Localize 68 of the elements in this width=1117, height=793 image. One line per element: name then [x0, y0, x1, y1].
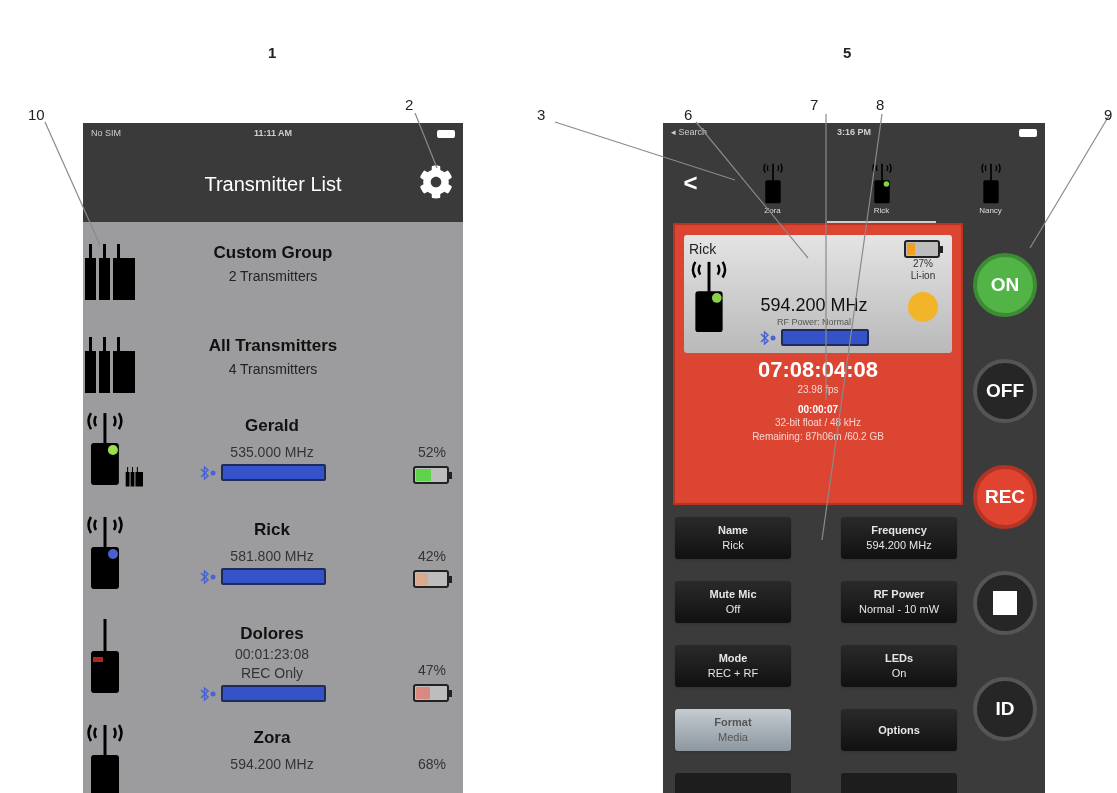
card-name: Rick — [689, 240, 718, 258]
transmitter-detail: 581.800 MHz — [230, 547, 314, 566]
group-count: 2 Transmitters — [228, 266, 318, 286]
transmitter-name[interactable]: Dolores — [240, 623, 304, 645]
device-tab[interactable]: Zora — [718, 142, 827, 223]
elapsed-time: 00:00:07 — [798, 403, 838, 416]
callout-number: 5 — [843, 43, 852, 63]
group-name[interactable]: All Transmitters — [208, 333, 338, 359]
battery-percent: 42% — [418, 547, 446, 566]
transmitter-name[interactable]: Rick — [254, 519, 290, 541]
callout-number: 6 — [684, 105, 693, 125]
transmitter-detail: 00:01:23:08 — [235, 645, 309, 664]
battery-percent: 52% — [418, 443, 446, 462]
settings-button[interactable] — [419, 165, 453, 199]
status-time: 11:11 AM — [252, 127, 294, 141]
remaining-storage: Remaining: 87h06m /60.2 GB — [752, 430, 884, 444]
screen-title: Transmitter List — [204, 171, 342, 197]
transmitter-detail: 535.000 MHz — [230, 443, 314, 462]
group-count: 4 Transmitters — [228, 359, 318, 379]
setting-button[interactable]: Format Media — [675, 709, 791, 751]
audio-format: 32-bit float / 48 kHz — [774, 416, 862, 430]
bluetooth-icon — [198, 686, 217, 701]
callout-number: 10 — [28, 105, 45, 125]
callout-number: 3 — [537, 105, 546, 125]
battery-percent: 47% — [418, 661, 446, 680]
battery-type: Li-ion — [910, 270, 936, 282]
transmitter-icon — [689, 258, 729, 334]
back-to-app-link[interactable]: ◂ Search — [671, 125, 771, 140]
device-tab[interactable]: Nancy — [936, 142, 1045, 223]
battery-percent: 68% — [418, 755, 446, 774]
timecode: 07:08:04:08 — [758, 357, 878, 383]
battery-icon — [437, 130, 455, 138]
battery-icon — [1019, 128, 1037, 137]
transmitter-name[interactable]: Gerald — [245, 415, 299, 437]
callout-number: 7 — [810, 95, 819, 115]
setting-button[interactable]: Name Rick — [675, 517, 791, 559]
setting-button[interactable]: Mode REC + RF — [675, 645, 791, 687]
setting-button[interactable]: Frequency 594.200 MHz — [841, 517, 957, 559]
battery-percent: 27% — [913, 258, 933, 270]
rf-power-text: RF Power: Normal — [777, 315, 851, 329]
callout-number: 9 — [1104, 105, 1113, 125]
circle-button[interactable]: REC — [973, 465, 1037, 529]
card-frequency: 594.200 MHz — [760, 293, 868, 316]
back-button[interactable]: < — [663, 164, 718, 201]
circle-button[interactable]: ID — [973, 677, 1037, 741]
callout-number: 8 — [876, 95, 885, 115]
frame-rate: 23.98 fps — [797, 383, 839, 397]
transmitter-group-icon — [83, 244, 135, 300]
callout-number: 2 — [405, 95, 414, 115]
setting-button[interactable]: LEDs On — [841, 645, 957, 687]
group-name[interactable]: Custom Group — [213, 240, 333, 266]
license-badge-icon — [908, 292, 938, 322]
carrier-text: No SIM — [91, 127, 122, 141]
leader-line — [414, 112, 438, 169]
transmitter-detail: 594.200 MHz — [230, 755, 314, 774]
transmitter-group-icon — [83, 337, 135, 393]
circle-button[interactable]: OFF — [973, 359, 1037, 423]
bluetooth-icon — [198, 465, 217, 480]
bluetooth-icon — [759, 330, 777, 345]
setting-button[interactable]: Mute Mic Off — [675, 581, 791, 623]
transmitter-detail: REC Only — [240, 664, 304, 683]
transmitter-name[interactable]: Zora — [253, 727, 291, 749]
setting-button[interactable]: RF Power Normal - 10 mW — [841, 581, 957, 623]
stop-icon — [993, 591, 1017, 615]
callout-number: 1 — [268, 43, 277, 63]
bluetooth-icon — [198, 569, 217, 584]
setting-button[interactable]: Options — [841, 709, 957, 751]
status-time: 3:16 PM — [836, 125, 872, 139]
